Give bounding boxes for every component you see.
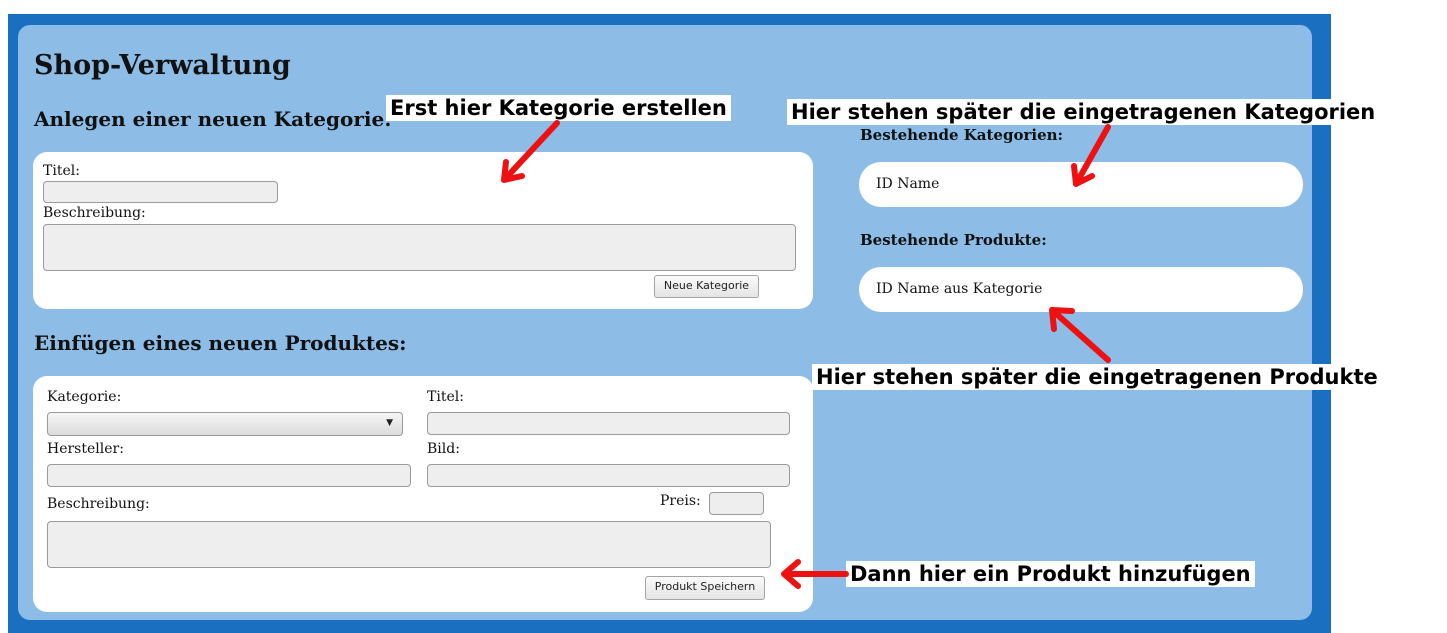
arrow-to-save-product [781, 559, 849, 589]
annotation-arrows [501, 120, 1111, 589]
arrow-to-category-form [501, 120, 560, 183]
arrow-to-products-list [1049, 307, 1111, 363]
arrow-to-categories-list [1071, 124, 1111, 187]
